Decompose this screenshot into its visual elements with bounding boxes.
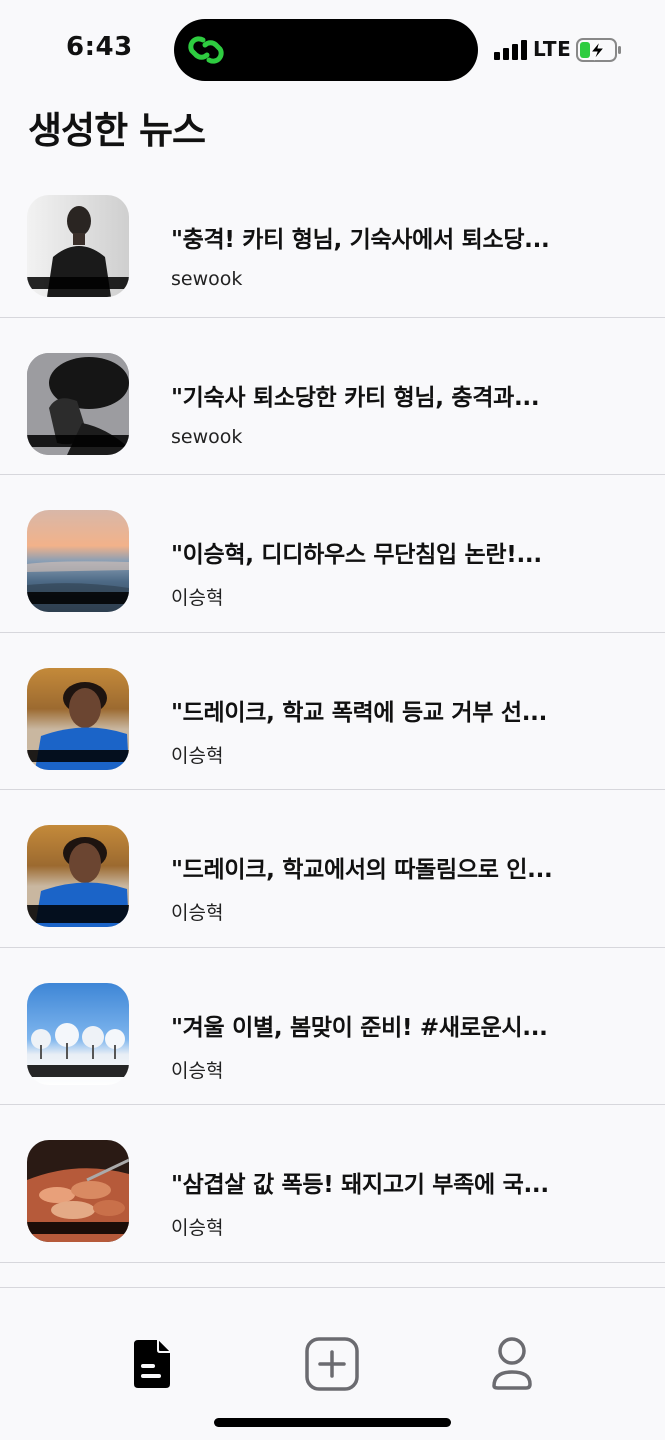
news-author: sewook (171, 425, 243, 448)
status-time: 6:43 (66, 32, 133, 62)
news-item[interactable]: "겨울 이별, 봄맞이 준비! #새로운시... 이승혁 (0, 948, 665, 1105)
network-label: LTE (533, 37, 572, 61)
news-title: "충격! 카티 형님, 기숙사에서 퇴소당... (171, 227, 550, 253)
page-title: 생성한 뉴스 (28, 109, 206, 152)
status-bar: 6:43 LTE (0, 0, 665, 100)
news-thumbnail (27, 510, 129, 612)
tab-news[interactable] (122, 1334, 182, 1394)
news-thumbnail (27, 195, 129, 297)
news-item[interactable]: "이승혁, 디디하우스 무단침입 논란!... 이승혁 (0, 475, 665, 633)
news-title: "겨울 이별, 봄맞이 준비! #새로운시... (171, 1014, 548, 1041)
news-title: "드레이크, 학교에서의 따돌림으로 인... (171, 857, 553, 883)
link-icon (188, 36, 224, 64)
news-item[interactable]: "충격! 카티 형님, 기숙사에서 퇴소당... sewook (0, 160, 665, 318)
news-author: 이승혁 (171, 902, 224, 924)
tab-bar (0, 1287, 665, 1440)
battery-charging-icon (576, 38, 621, 62)
news-item[interactable]: "드레이크, 학교에서의 따돌림으로 인... 이승혁 (0, 790, 665, 948)
news-author: sewook (171, 268, 243, 290)
news-thumbnail (27, 1140, 129, 1242)
tab-create[interactable] (302, 1334, 362, 1394)
news-author: 이승혁 (171, 1059, 224, 1082)
news-title: "이승혁, 디디하우스 무단침입 논란!... (171, 542, 542, 568)
home-indicator (214, 1418, 451, 1427)
news-author: 이승혁 (171, 744, 224, 767)
news-thumbnail (27, 982, 129, 1085)
news-title: "기숙사 퇴소당한 카티 형님, 충격과... (171, 384, 540, 411)
dynamic-island (174, 19, 478, 81)
news-item[interactable]: "드레이크, 학교 폭력에 등교 거부 선... 이승혁 (0, 633, 665, 790)
news-title: "드레이크, 학교 폭력에 등교 거부 선... (171, 699, 548, 726)
news-thumbnail (27, 667, 129, 770)
news-author: 이승혁 (171, 587, 224, 609)
document-icon (134, 1340, 170, 1388)
news-thumbnail (27, 825, 129, 927)
news-thumbnail (27, 352, 129, 455)
news-title: "삼겹살 값 폭등! 돼지고기 부족에 국... (171, 1172, 549, 1198)
news-author: 이승혁 (171, 1217, 224, 1239)
signal-icon (494, 40, 528, 60)
news-list: "충격! 카티 형님, 기숙사에서 퇴소당... sewook "기숙사 퇴소당… (0, 160, 665, 1263)
news-item[interactable]: "삼겹살 값 폭등! 돼지고기 부족에 국... 이승혁 (0, 1105, 665, 1263)
plus-square-icon (305, 1337, 359, 1391)
news-item[interactable]: "기숙사 퇴소당한 카티 형님, 충격과... sewook (0, 318, 665, 475)
tab-profile[interactable] (482, 1334, 542, 1394)
person-icon (492, 1337, 532, 1390)
